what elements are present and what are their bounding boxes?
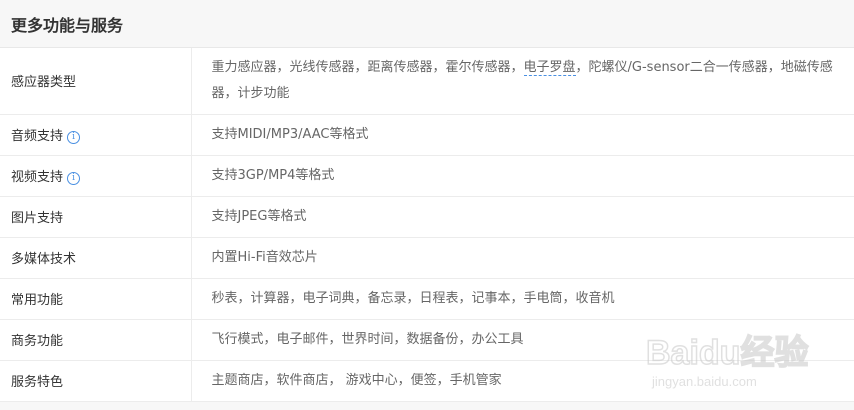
row-label: 图片支持 <box>0 196 192 238</box>
baidu-jingyan-watermark: Baidu经验 jingyan.baidu.com <box>645 332 809 389</box>
row-label-text: 图片支持 <box>11 211 64 226</box>
table-row: 常用功能 秒表，计算器，电子词典，备忘录，日程表，记事本，手电筒，收音机 <box>0 278 854 320</box>
row-label-text: 视频支持 <box>11 170 64 185</box>
row-value-text: 支持JPEG等格式 <box>211 208 307 224</box>
row-label: 常用功能 <box>0 278 192 320</box>
row-label-text: 常用功能 <box>11 293 64 308</box>
row-value-text: 支持3GP/MP4等格式 <box>211 167 335 183</box>
row-value-text: 飞行模式，电子邮件，世界时间，数据备份，办公工具 <box>211 331 524 347</box>
row-label-text: 服务特色 <box>11 375 64 390</box>
electronic-compass-link[interactable]: 电子罗盘 <box>523 59 576 76</box>
bottom-strip <box>0 402 854 410</box>
row-value: 支持MIDI/MP3/AAC等格式 <box>191 114 854 156</box>
table-row: 感应器类型 重力感应器，光线传感器，距离传感器，霍尔传感器，电子罗盘，陀螺仪/G… <box>0 48 854 115</box>
row-value: 支持JPEG等格式 <box>191 196 854 238</box>
table-row: 多媒体技术 内置Hi-Fi音效芯片 <box>0 237 854 279</box>
row-label: 视频支持 i <box>0 155 192 197</box>
table-row: 音频支持 i 支持MIDI/MP3/AAC等格式 <box>0 114 854 156</box>
row-label-text: 多媒体技术 <box>11 252 77 267</box>
table-row: 图片支持 支持JPEG等格式 <box>0 196 854 238</box>
info-circle-icon[interactable]: i <box>67 172 81 185</box>
row-value: 支持3GP/MP4等格式 <box>191 155 854 197</box>
row-value-text: 秒表，计算器，电子词典，备忘录，日程表，记事本，手电筒，收音机 <box>211 290 615 306</box>
row-label: 商务功能 <box>0 319 192 361</box>
row-value-text: 内置Hi-Fi音效芯片 <box>211 249 318 265</box>
table-row: 视频支持 i 支持3GP/MP4等格式 <box>0 155 854 197</box>
row-label: 多媒体技术 <box>0 237 192 279</box>
row-value: 秒表，计算器，电子词典，备忘录，日程表，记事本，手电筒，收音机 <box>191 278 854 320</box>
row-label: 音频支持 i <box>0 114 192 156</box>
row-value: 重力感应器，光线传感器，距离传感器，霍尔传感器，电子罗盘，陀螺仪/G-senso… <box>191 48 854 115</box>
row-label: 服务特色 <box>0 360 192 402</box>
row-label-text: 音频支持 <box>11 129 64 144</box>
watermark-url: jingyan.baidu.com <box>651 374 757 389</box>
section-title: 更多功能与服务 <box>11 15 124 35</box>
watermark-logo: Baidu经验 <box>646 333 808 372</box>
info-circle-icon[interactable]: i <box>67 131 81 144</box>
row-value-text: 主题商店，软件商店， 游戏中心，便签，手机管家 <box>211 372 502 388</box>
row-label: 感应器类型 <box>0 48 192 115</box>
row-label-text: 感应器类型 <box>11 75 77 91</box>
row-label-text: 商务功能 <box>11 334 64 349</box>
row-value-text: 重力感应器，光线传感器，距离传感器，霍尔传感器， <box>211 59 524 75</box>
row-value: 内置Hi-Fi音效芯片 <box>191 237 854 279</box>
section-header: 更多功能与服务 <box>0 0 854 48</box>
row-value-text: 支持MIDI/MP3/AAC等格式 <box>211 126 369 142</box>
